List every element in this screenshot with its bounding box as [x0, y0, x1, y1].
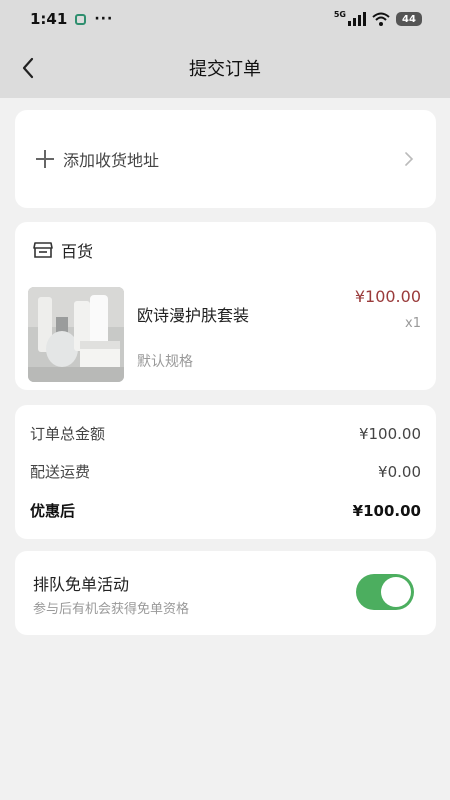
battery-icon: 44: [396, 12, 422, 26]
add-address-label: 添加收货地址: [63, 151, 160, 170]
status-left: 1:41 ···: [30, 10, 113, 28]
chevron-left-icon: [22, 57, 34, 79]
shop-row: 百货: [33, 238, 93, 262]
summary-row-discounted: 优惠后 ¥100.00: [30, 500, 421, 521]
signal-icon: [348, 12, 366, 26]
product-photo: [28, 287, 124, 382]
summary-row-total: 订单总金额 ¥100.00: [30, 423, 421, 444]
summary-value: ¥100.00: [358, 424, 421, 443]
product-price: ¥100.00: [354, 287, 421, 306]
status-time: 1:41: [30, 10, 68, 28]
page-title: 提交订单: [189, 59, 261, 80]
address-card[interactable]: 添加收货地址: [15, 110, 436, 208]
activity-description: 参与后有机会获得免单资格: [33, 602, 190, 617]
summary-value: ¥0.00: [378, 462, 421, 481]
status-bar: 1:41 ··· 5G 44: [0, 0, 450, 38]
nav-bar: 提交订单: [0, 38, 450, 98]
product-spec: 默认规格: [137, 354, 193, 370]
app-notification-icon: [75, 13, 87, 25]
summary-value: ¥100.00: [352, 501, 421, 520]
activity-toggle[interactable]: [356, 574, 414, 610]
activity-card: 排队免单活动 参与后有机会获得免单资格: [15, 551, 436, 635]
store-icon: [33, 242, 53, 258]
wifi-icon: [372, 12, 390, 26]
activity-title: 排队免单活动: [33, 575, 130, 594]
back-button[interactable]: [10, 50, 46, 86]
network-label: 5G: [333, 9, 346, 19]
summary-label: 订单总金额: [30, 425, 106, 443]
shop-name: 百货: [61, 242, 94, 261]
toggle-knob: [381, 577, 411, 607]
summary-label: 配送运费: [30, 463, 91, 481]
summary-card: 订单总金额 ¥100.00 配送运费 ¥0.00 优惠后 ¥100.00: [15, 405, 436, 539]
summary-label: 优惠后: [30, 502, 76, 520]
chevron-right-icon: [405, 152, 414, 166]
product-quantity: x1: [405, 316, 421, 331]
summary-row-shipping: 配送运费 ¥0.00: [30, 461, 421, 482]
add-address-row[interactable]: 添加收货地址: [35, 147, 416, 171]
plus-icon: [35, 149, 55, 169]
product-image[interactable]: [28, 287, 124, 382]
status-right: 5G 44: [333, 9, 422, 26]
product-card: 百货 欧诗漫护肤套装 默认规格 ¥100.00 x1: [15, 222, 436, 390]
product-name: 欧诗漫护肤套装: [137, 306, 250, 325]
status-more-icon: ···: [94, 11, 114, 27]
